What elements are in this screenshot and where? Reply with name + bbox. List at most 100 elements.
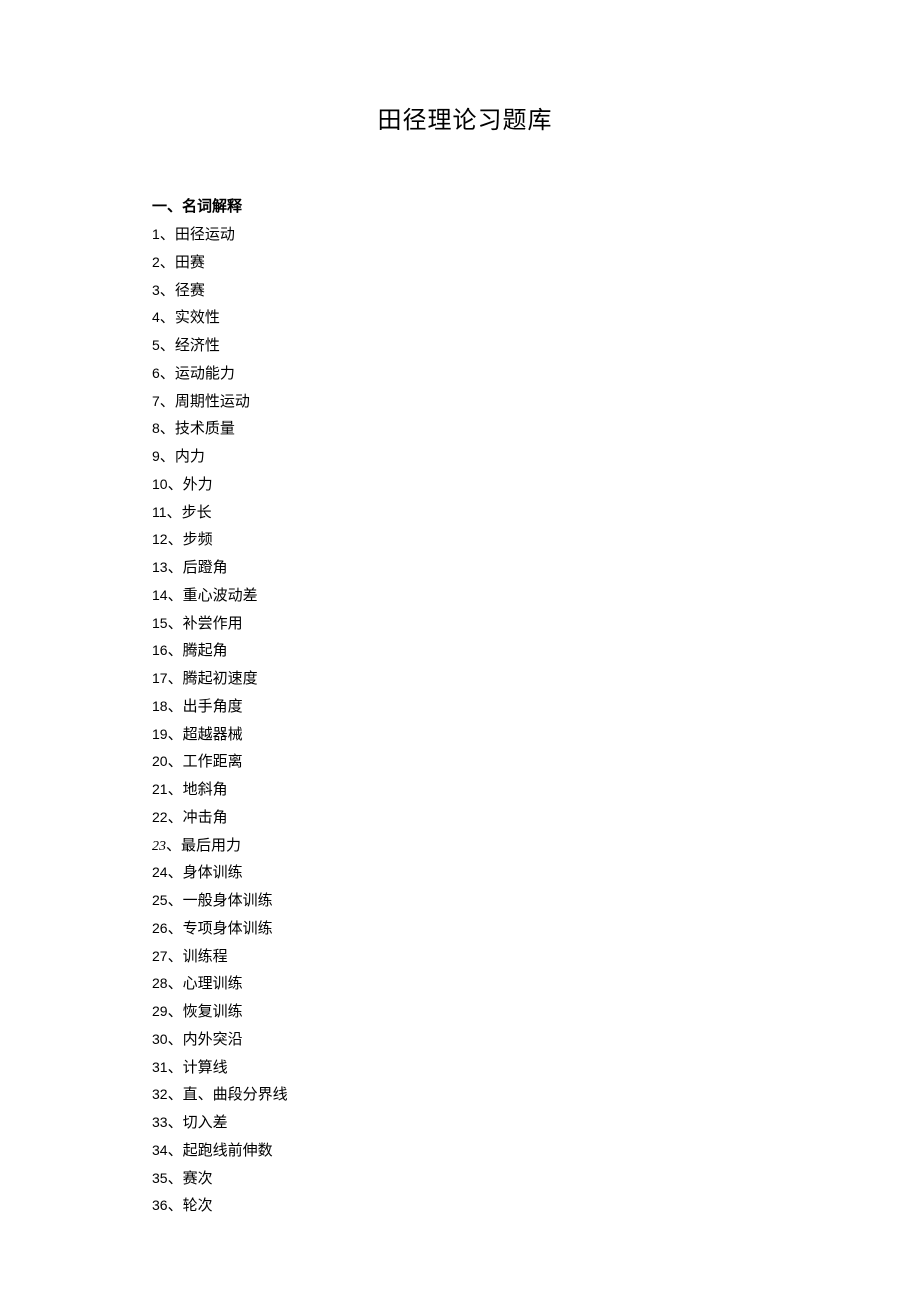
list-item: 20、工作距离 — [130, 749, 800, 777]
item-text: 内外突沿 — [183, 1032, 243, 1048]
list-item: 22、冲击角 — [130, 805, 800, 833]
list-item: 7、周期性运动 — [130, 389, 800, 417]
item-separator: 、 — [168, 1004, 183, 1020]
item-number: 35 — [152, 1170, 168, 1186]
list-item: 2、田赛 — [130, 250, 800, 278]
item-number: 15 — [152, 615, 168, 631]
list-item: 5、经济性 — [130, 333, 800, 361]
list-item: 13、后蹬角 — [130, 555, 800, 583]
item-number: 24 — [152, 864, 168, 880]
list-item: 14、重心波动差 — [130, 583, 800, 611]
item-separator: 、 — [168, 949, 183, 965]
item-separator: 、 — [167, 505, 182, 521]
item-text: 恢复训练 — [183, 1004, 243, 1020]
list-item: 6、运动能力 — [130, 361, 800, 389]
item-text: 田径运动 — [175, 227, 235, 243]
item-text: 地斜角 — [183, 782, 228, 798]
item-text: 实效性 — [175, 310, 220, 326]
item-text: 一般身体训练 — [183, 893, 273, 909]
item-text: 心理训练 — [183, 976, 243, 992]
item-number: 32 — [152, 1086, 168, 1102]
item-separator: 、 — [168, 1032, 183, 1048]
item-separator: 、 — [168, 671, 183, 687]
list-item: 1、田径运动 — [130, 222, 800, 250]
item-number: 13 — [152, 559, 168, 575]
item-number: 18 — [152, 698, 168, 714]
item-number: 5 — [152, 337, 160, 353]
item-text: 腾起角 — [183, 643, 228, 659]
item-separator: 、 — [160, 421, 175, 437]
item-separator: 、 — [160, 227, 175, 243]
item-number: 6 — [152, 365, 160, 381]
item-number: 36 — [152, 1197, 168, 1213]
list-item: 27、训练程 — [130, 944, 800, 972]
item-separator: 、 — [168, 532, 183, 548]
list-item: 36、轮次 — [130, 1193, 800, 1221]
list-item: 17、腾起初速度 — [130, 666, 800, 694]
list-item: 4、实效性 — [130, 305, 800, 333]
item-text: 外力 — [183, 477, 213, 493]
item-separator: 、 — [168, 643, 183, 659]
item-separator: 、 — [168, 810, 183, 826]
list-item: 11、步长 — [130, 500, 800, 528]
document-page: 田径理论习题库 一、名词解释 1、田径运动2、田赛3、径赛4、实效性5、经济性6… — [0, 0, 920, 1281]
list-item: 23、最后用力 — [130, 833, 800, 861]
item-number: 26 — [152, 920, 168, 936]
item-number: 25 — [152, 892, 168, 908]
item-separator: 、 — [168, 754, 183, 770]
list-item: 28、心理训练 — [130, 971, 800, 999]
list-item: 3、径赛 — [130, 278, 800, 306]
item-separator: 、 — [168, 727, 183, 743]
list-item: 31、计算线 — [130, 1055, 800, 1083]
item-text: 冲击角 — [183, 810, 228, 826]
list-item: 9、内力 — [130, 444, 800, 472]
item-number: 14 — [152, 587, 168, 603]
item-separator: 、 — [168, 1143, 183, 1159]
item-number: 28 — [152, 975, 168, 991]
item-separator: 、 — [168, 560, 183, 576]
item-number: 1 — [152, 226, 160, 242]
item-text: 赛次 — [183, 1171, 213, 1187]
item-text: 起跑线前伸数 — [183, 1143, 273, 1159]
item-text: 后蹬角 — [183, 560, 228, 576]
item-separator: 、 — [168, 893, 183, 909]
list-item: 34、起跑线前伸数 — [130, 1138, 800, 1166]
item-number: 8 — [152, 420, 160, 436]
list-item: 12、步频 — [130, 527, 800, 555]
list-item: 16、腾起角 — [130, 638, 800, 666]
item-number: 12 — [152, 531, 168, 547]
item-separator: 、 — [160, 283, 175, 299]
item-separator: 、 — [168, 1087, 183, 1103]
list-item: 10、外力 — [130, 472, 800, 500]
item-separator: 、 — [168, 477, 183, 493]
item-number: 16 — [152, 642, 168, 658]
item-separator: 、 — [168, 616, 183, 632]
item-text: 计算线 — [183, 1060, 228, 1076]
item-text: 径赛 — [175, 283, 205, 299]
item-text: 超越器械 — [183, 727, 243, 743]
item-number: 19 — [152, 726, 168, 742]
item-text: 专项身体训练 — [183, 921, 273, 937]
item-number: 10 — [152, 476, 168, 492]
item-separator: 、 — [168, 1115, 183, 1131]
item-text: 工作距离 — [183, 754, 243, 770]
item-separator: 、 — [160, 394, 175, 410]
item-text: 训练程 — [183, 949, 228, 965]
list-item: 21、地斜角 — [130, 777, 800, 805]
list-item: 30、内外突沿 — [130, 1027, 800, 1055]
item-number: 3 — [152, 282, 160, 298]
item-separator: 、 — [160, 255, 175, 271]
item-number: 21 — [152, 781, 168, 797]
item-text: 周期性运动 — [175, 394, 250, 410]
item-number: 22 — [152, 809, 168, 825]
item-separator: 、 — [166, 838, 181, 854]
item-number: 17 — [152, 670, 168, 686]
item-text: 最后用力 — [181, 838, 241, 854]
item-text: 田赛 — [175, 255, 205, 271]
item-separator: 、 — [168, 588, 183, 604]
item-number: 4 — [152, 309, 160, 325]
item-separator: 、 — [168, 1198, 183, 1214]
item-number: 29 — [152, 1003, 168, 1019]
item-number: 27 — [152, 948, 168, 964]
item-number: 30 — [152, 1031, 168, 1047]
